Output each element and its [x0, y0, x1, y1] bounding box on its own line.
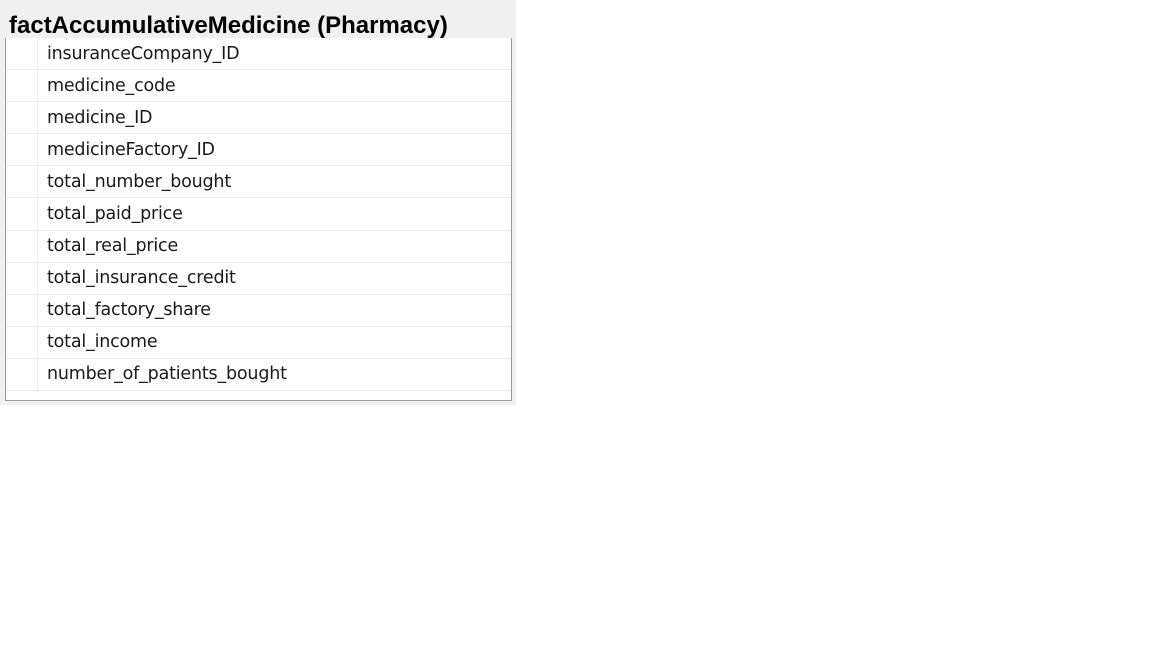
table-designer-window[interactable]: factAccumulativeMedicine (Pharmacy) insu…	[0, 0, 516, 405]
column-name: total_paid_price	[47, 204, 183, 225]
table-row[interactable]: total_real_price	[6, 230, 511, 263]
column-grid[interactable]: insuranceCompany_ID medicine_code medici…	[5, 38, 512, 401]
row-selector[interactable]	[6, 102, 38, 134]
table-row[interactable]: total_factory_share	[6, 294, 511, 327]
column-name: total_income	[47, 332, 158, 353]
table-row[interactable]: total_number_bought	[6, 166, 511, 199]
row-selector[interactable]	[6, 230, 38, 262]
table-row[interactable]: medicineFactory_ID	[6, 134, 511, 167]
column-name: medicine_ID	[47, 107, 153, 128]
table-row[interactable]: total_paid_price	[6, 198, 511, 231]
column-name: total_factory_share	[47, 300, 211, 321]
column-name: medicineFactory_ID	[47, 139, 215, 160]
row-selector[interactable]	[6, 294, 38, 326]
row-selector[interactable]	[6, 134, 38, 166]
table-row[interactable]: insuranceCompany_ID	[6, 38, 511, 71]
row-selector[interactable]	[6, 262, 38, 294]
table-row[interactable]: medicine_ID	[6, 102, 511, 135]
row-selector[interactable]	[6, 166, 38, 198]
table-row[interactable]: total_insurance_credit	[6, 262, 511, 295]
table-title[interactable]: factAccumulativeMedicine (Pharmacy)	[9, 7, 448, 39]
column-name: total_real_price	[47, 236, 179, 257]
row-selector[interactable]	[6, 358, 38, 391]
column-name: medicine_code	[47, 75, 176, 96]
row-selector[interactable]	[6, 198, 38, 230]
row-selector[interactable]	[6, 38, 38, 70]
column-name: insuranceCompany_ID	[47, 43, 240, 64]
column-name: total_number_bought	[47, 171, 231, 192]
column-name: total_insurance_credit	[47, 268, 236, 289]
row-selector[interactable]	[6, 326, 38, 358]
table-row[interactable]: medicine_code	[6, 70, 511, 103]
table-row[interactable]: total_income	[6, 326, 511, 359]
column-name: number_of_patients_bought	[47, 364, 287, 385]
row-selector[interactable]	[6, 70, 38, 102]
table-row[interactable]: number_of_patients_bought	[6, 358, 511, 392]
